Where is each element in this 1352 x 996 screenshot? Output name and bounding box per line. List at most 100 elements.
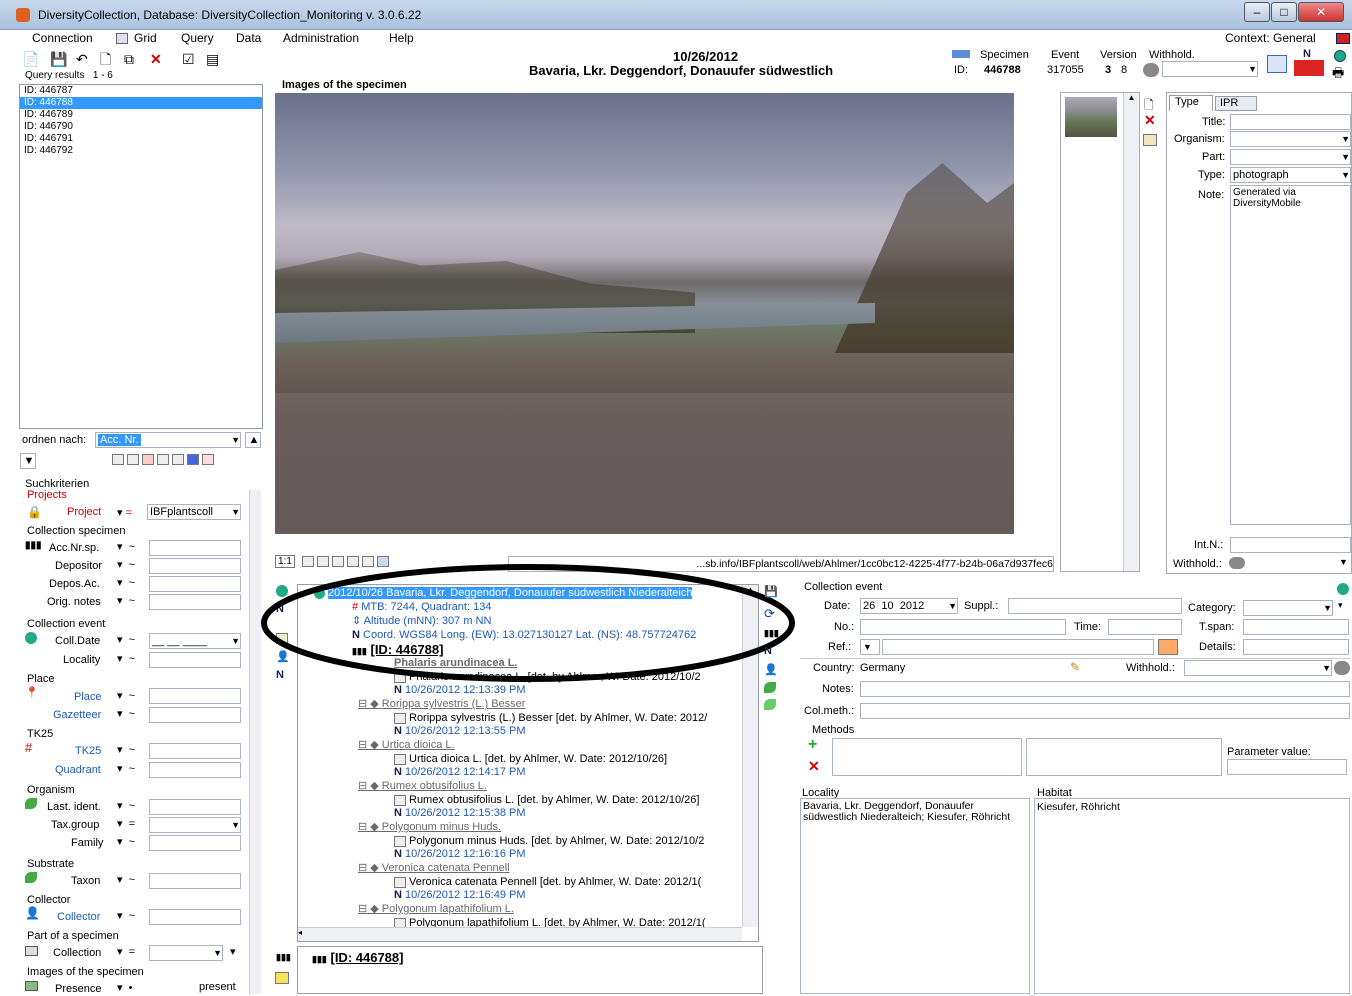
print-icon[interactable]: ▤ xyxy=(206,50,219,68)
collector-op[interactable]: ▾ ~ xyxy=(117,909,135,922)
coll-date-op[interactable]: ▾ ~ xyxy=(117,633,135,646)
tab-type[interactable]: Type xyxy=(1169,95,1213,111)
props-withhold-dd[interactable]: ▼ xyxy=(1339,557,1348,567)
depositor-op[interactable]: ▾ ~ xyxy=(117,558,135,571)
project-select[interactable]: IBFplantscoll ▼ xyxy=(147,504,241,520)
category-extra[interactable]: ▾ xyxy=(1338,600,1343,611)
time-input[interactable] xyxy=(1108,619,1182,635)
taxon-op[interactable]: ▾ ~ xyxy=(117,873,135,886)
tree-ident[interactable]: Rumex obtusifolius L. [det. by Ahlmer, W… xyxy=(394,794,699,807)
list-item[interactable]: ID: 446788 xyxy=(20,97,262,109)
close-button[interactable]: ✕ xyxy=(1298,2,1344,22)
note-input[interactable]: Generated via DiversityMobile xyxy=(1230,185,1351,525)
sort-up-button[interactable]: ▲ xyxy=(245,432,261,448)
organism-select[interactable]: ▼ xyxy=(1230,131,1351,147)
quadrant-op[interactable]: ▾ ~ xyxy=(117,762,135,775)
list-item[interactable]: ID: 446790 xyxy=(20,121,262,133)
tree-ident[interactable]: Urtica dioica L. [det. by Ahlmer, W. Dat… xyxy=(394,753,667,766)
n-icon[interactable]: N xyxy=(764,645,784,657)
depositor-input[interactable] xyxy=(149,558,241,574)
colmeth-input[interactable] xyxy=(860,703,1350,719)
expand-button[interactable]: ▼ xyxy=(20,453,36,469)
delete-icon[interactable]: ✕ xyxy=(150,50,162,68)
collector-input[interactable] xyxy=(149,909,241,925)
globe-icon[interactable] xyxy=(1334,50,1346,62)
specimen-photo[interactable] xyxy=(275,93,1014,534)
collection-select[interactable]: ▼ xyxy=(149,945,223,961)
acc-op[interactable]: ▾ ~ xyxy=(117,540,135,553)
tree-ident[interactable]: Veronica catenata Pennell [det. by Ahlme… xyxy=(394,876,701,889)
depos-ac-input[interactable] xyxy=(149,576,241,592)
place-input[interactable] xyxy=(149,688,241,704)
tree-time[interactable]: N 10/26/2012 12:14:17 PM xyxy=(394,766,526,779)
locality-op[interactable]: ▾ ~ xyxy=(117,652,135,665)
delete-method-icon[interactable]: ✕ xyxy=(808,758,820,775)
tk25-input[interactable] xyxy=(149,743,241,759)
acc-input[interactable] xyxy=(149,540,241,556)
tab-ipr[interactable]: IPR xyxy=(1215,96,1257,111)
stop-icon[interactable] xyxy=(1334,661,1350,675)
menu-administration[interactable]: Administration xyxy=(283,31,359,45)
tree-time[interactable]: N 10/26/2012 12:15:38 PM xyxy=(394,807,526,820)
tree-time[interactable]: N 10/26/2012 12:16:16 PM xyxy=(394,848,526,861)
no-input[interactable] xyxy=(860,619,1066,635)
thumb-scrollbar[interactable]: ▲ xyxy=(1123,93,1139,571)
details-input[interactable] xyxy=(1243,639,1349,655)
tax-group-op[interactable]: ▾ = xyxy=(117,817,135,830)
tree-hscroll[interactable]: ◂ xyxy=(298,927,742,941)
orig-notes-input[interactable] xyxy=(149,594,241,610)
thumbnail-image[interactable] xyxy=(1065,97,1117,137)
save-icon[interactable]: 💾 xyxy=(764,585,784,598)
list-item[interactable]: ID: 446791 xyxy=(20,133,262,145)
check-icon[interactable]: ☑ xyxy=(182,50,195,68)
menu-connection[interactable]: Connection xyxy=(32,31,93,45)
filter-remove-icon[interactable] xyxy=(142,453,154,465)
tree-taxon[interactable]: ⊟ ◆ Polygonum lapathifolium L. xyxy=(358,903,514,916)
add-method-icon[interactable]: + xyxy=(808,736,817,754)
ref-select[interactable]: ▼ xyxy=(860,639,880,655)
part-select[interactable]: ▼ xyxy=(1230,149,1351,165)
project-op[interactable]: ▾ = xyxy=(117,506,132,519)
tree-ident[interactable]: Polygonum minus Huds. [det. by Ahlmer, W… xyxy=(394,835,704,848)
locality-input[interactable] xyxy=(149,652,241,668)
menu-grid[interactable]: Grid xyxy=(134,31,157,45)
filter-icon[interactable] xyxy=(112,453,124,465)
family-op[interactable]: ▾ ~ xyxy=(117,835,135,848)
maximize-button[interactable]: □ xyxy=(1271,2,1297,22)
ref-input[interactable] xyxy=(882,639,1154,655)
flag-icon[interactable] xyxy=(1336,33,1350,44)
tk25-op[interactable]: ▾ ~ xyxy=(117,743,135,756)
copy-icon[interactable]: ⧉ xyxy=(124,50,134,68)
edit-image-icon[interactable] xyxy=(1143,134,1157,146)
globe-icon[interactable] xyxy=(1337,583,1349,595)
filter-add-icon[interactable] xyxy=(127,453,139,465)
withhold-select[interactable]: ▼ xyxy=(1162,61,1258,77)
collection-op[interactable]: ▾ = xyxy=(117,945,135,958)
tree-time[interactable]: N 10/26/2012 12:16:49 PM xyxy=(394,889,526,902)
link-icon[interactable] xyxy=(1158,639,1178,655)
order-select[interactable]: Acc. Nr. ▼ xyxy=(95,432,241,448)
quadrant-input[interactable] xyxy=(149,762,241,778)
intn-input[interactable] xyxy=(1230,537,1351,553)
coll-date-input[interactable]: __ __ ____ ▼ xyxy=(149,633,241,649)
collection-extra-op[interactable]: ▾ xyxy=(230,945,236,958)
menu-help[interactable]: Help xyxy=(389,31,414,45)
tree-taxon[interactable]: ⊟ ◆ Rumex obtusifolius L. xyxy=(358,780,487,793)
menu-data[interactable]: Data xyxy=(236,31,261,45)
undo-icon[interactable]: ↶ xyxy=(76,50,88,68)
list-icon[interactable] xyxy=(187,453,199,465)
leaf-icon[interactable] xyxy=(764,682,776,693)
bottom-id-box[interactable]: ▮▮▮ [ID: 446788] xyxy=(297,946,763,994)
filter-up-icon[interactable] xyxy=(157,453,169,465)
tree-ident[interactable]: Rorippa sylvestris (L.) Besser [det. by … xyxy=(394,712,707,725)
date-input[interactable]: 26 10 2012 ▼ xyxy=(860,598,958,614)
methods-params[interactable] xyxy=(1026,738,1222,776)
notes-input[interactable] xyxy=(860,681,1350,697)
param-input[interactable] xyxy=(1227,759,1347,775)
new-icon[interactable]: 📄 xyxy=(22,50,39,68)
type-select[interactable]: photograph ▼ xyxy=(1230,167,1351,183)
title-input[interactable] xyxy=(1230,114,1351,130)
note-icon[interactable] xyxy=(275,972,289,984)
person-add-icon[interactable]: 👤 xyxy=(764,663,784,676)
gazetteer-op[interactable]: ▾ ~ xyxy=(117,707,135,720)
